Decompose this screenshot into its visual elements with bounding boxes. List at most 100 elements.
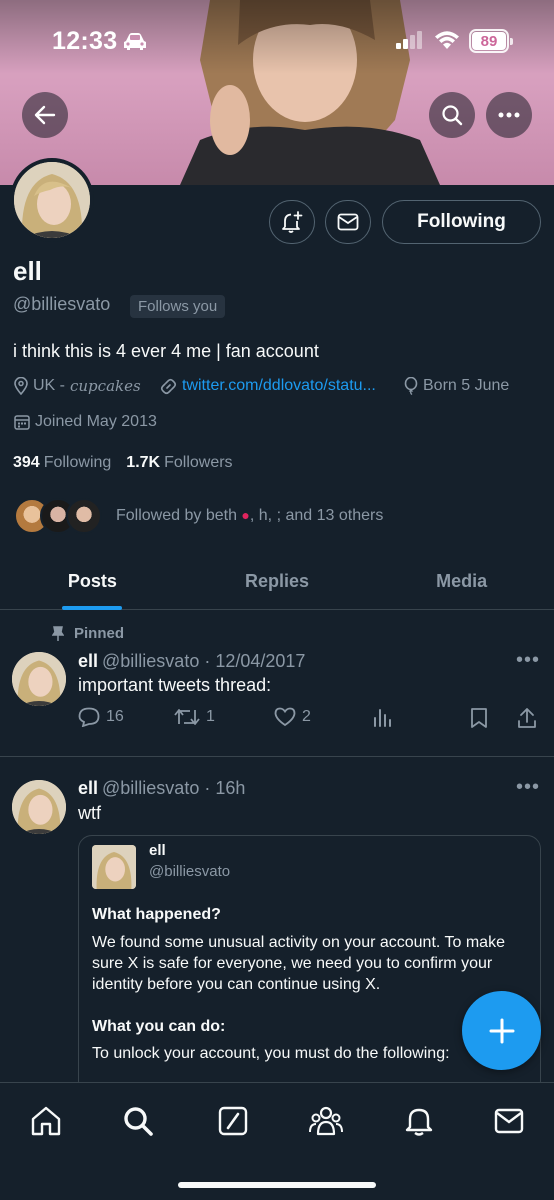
- following-button[interactable]: Following: [382, 200, 541, 244]
- share-button[interactable]: [517, 707, 537, 729]
- more-horizontal-icon: [498, 112, 520, 118]
- born-text: Born 5 June: [423, 377, 510, 394]
- tweet-header: ell @billiesvato · 12/04/2017: [78, 651, 306, 671]
- tweet-more-button[interactable]: •••: [516, 776, 540, 799]
- home-indicator[interactable]: [178, 1182, 376, 1188]
- quote-heading: What happened?: [92, 906, 221, 923]
- bookmark-button[interactable]: [470, 707, 488, 729]
- tab-posts[interactable]: Posts: [0, 553, 185, 610]
- tweet-time: 16h: [215, 778, 246, 798]
- followed-by-suffix: , h, ; and 13 others: [249, 507, 384, 524]
- avatar-photo: [12, 780, 66, 834]
- link-icon: [160, 378, 177, 394]
- bar-chart-icon: [374, 709, 391, 727]
- tab-label: Replies: [244, 570, 310, 591]
- pinned-text: Pinned: [74, 625, 125, 642]
- people-icon: [309, 1106, 343, 1136]
- joined-text: Joined May 2013: [35, 413, 157, 430]
- nav-grok[interactable]: [215, 1103, 251, 1139]
- tweet[interactable]: Pinned ell @billiesvato · 12/04/2017 ••• …: [0, 611, 554, 757]
- active-tab-indicator: [62, 606, 123, 610]
- reply-count: 16: [106, 708, 124, 725]
- search-button[interactable]: [429, 92, 475, 138]
- status-bar: 12:33 89: [0, 0, 554, 80]
- tweet-more-button[interactable]: •••: [516, 649, 540, 672]
- tweet-author-handle: @billiesvato: [102, 651, 200, 671]
- nav-communities[interactable]: [308, 1103, 344, 1139]
- like-button[interactable]: 2: [274, 707, 311, 727]
- heart-icon: [274, 707, 296, 727]
- tab-label: Posts: [67, 570, 117, 591]
- followed-by-row[interactable]: Followed by beth ●, h, ; and 13 others: [14, 498, 383, 534]
- profile-joined: Joined May 2013: [14, 413, 157, 431]
- followers-count: 1.7K: [126, 454, 161, 471]
- avatar-photo: [14, 162, 90, 238]
- search-icon: [124, 1107, 153, 1136]
- tweet-time: 12/04/2017: [215, 651, 306, 671]
- following-count: 394: [13, 454, 40, 471]
- profile-avatar[interactable]: [10, 158, 94, 242]
- battery-level: 89: [472, 32, 506, 50]
- follows-you-badge: Follows you: [130, 295, 226, 318]
- plus-icon: [489, 1018, 514, 1043]
- arrow-left-icon: [34, 105, 56, 125]
- nav-notifications[interactable]: [401, 1103, 437, 1139]
- quote-author-handle: @billiesvato: [149, 863, 231, 880]
- profile-link[interactable]: twitter.com/ddlovato/statu...: [160, 377, 376, 395]
- nav-home[interactable]: [28, 1103, 64, 1139]
- status-time: 12:33: [52, 27, 118, 55]
- followers-label: Followers: [164, 454, 233, 471]
- profile-bio: i think this is 4 ever 4 me | fan accoun…: [13, 341, 319, 361]
- nav-search[interactable]: [120, 1103, 156, 1139]
- notifications-button[interactable]: [269, 200, 315, 244]
- location-text: UK -: [33, 377, 65, 394]
- home-icon: [31, 1106, 61, 1136]
- search-icon: [442, 105, 463, 126]
- views-button[interactable]: [372, 707, 392, 727]
- tab-media[interactable]: Media: [369, 553, 554, 609]
- envelope-icon: [494, 1108, 524, 1134]
- profile-birthday: Born 5 June: [404, 377, 509, 395]
- tweet-author-name[interactable]: ell: [78, 778, 98, 798]
- balloon-icon: [404, 377, 418, 395]
- lips-emoji-icon: ●: [241, 507, 250, 523]
- tab-replies[interactable]: Replies: [185, 553, 370, 609]
- pinned-label: Pinned: [52, 625, 124, 642]
- tweet-header: ell @billiesvato · 16h: [78, 778, 246, 798]
- retweet-button[interactable]: 1: [174, 707, 215, 727]
- quote-heading: What you can do:: [92, 1018, 226, 1035]
- quote-author-name: ell: [149, 842, 166, 859]
- wifi-icon: [435, 31, 459, 49]
- compose-button[interactable]: [462, 991, 541, 1070]
- bell-plus-icon: [282, 211, 303, 233]
- followers-stat[interactable]: 1.7K Followers: [126, 454, 232, 472]
- following-stat[interactable]: 394 Following: [13, 454, 111, 472]
- tweet-author-name[interactable]: ell: [78, 651, 98, 671]
- tweet-text: wtf: [78, 803, 102, 823]
- more-options-button[interactable]: [486, 92, 532, 138]
- envelope-icon: [337, 213, 359, 231]
- avatar-photo: [12, 652, 66, 706]
- reply-button[interactable]: 16: [78, 707, 124, 727]
- tweet-avatar[interactable]: [12, 780, 66, 834]
- profile-location: UK - cupcakes: [14, 377, 141, 395]
- nav-messages[interactable]: [491, 1103, 527, 1139]
- location-deco: cupcakes: [70, 377, 141, 395]
- retweet-count: 1: [206, 708, 215, 725]
- tab-label: Media: [436, 570, 488, 591]
- retweet-icon: [174, 709, 200, 725]
- location-pin-icon: [14, 377, 28, 395]
- followed-by-prefix: Followed by beth: [116, 507, 237, 524]
- calendar-icon: [14, 415, 30, 430]
- signal-icon: [396, 31, 422, 49]
- tweet-author-handle: @billiesvato: [102, 778, 200, 798]
- tweet-avatar[interactable]: [12, 652, 66, 706]
- message-button[interactable]: [325, 200, 371, 244]
- share-icon: [518, 708, 536, 728]
- mutual-avatar: [66, 498, 102, 534]
- quote-avatar: [92, 845, 136, 889]
- back-button[interactable]: [22, 92, 68, 138]
- following-label: Following: [43, 454, 112, 471]
- tweet-text: important tweets thread:: [78, 675, 272, 695]
- link-text[interactable]: twitter.com/ddlovato/statu...: [182, 377, 376, 395]
